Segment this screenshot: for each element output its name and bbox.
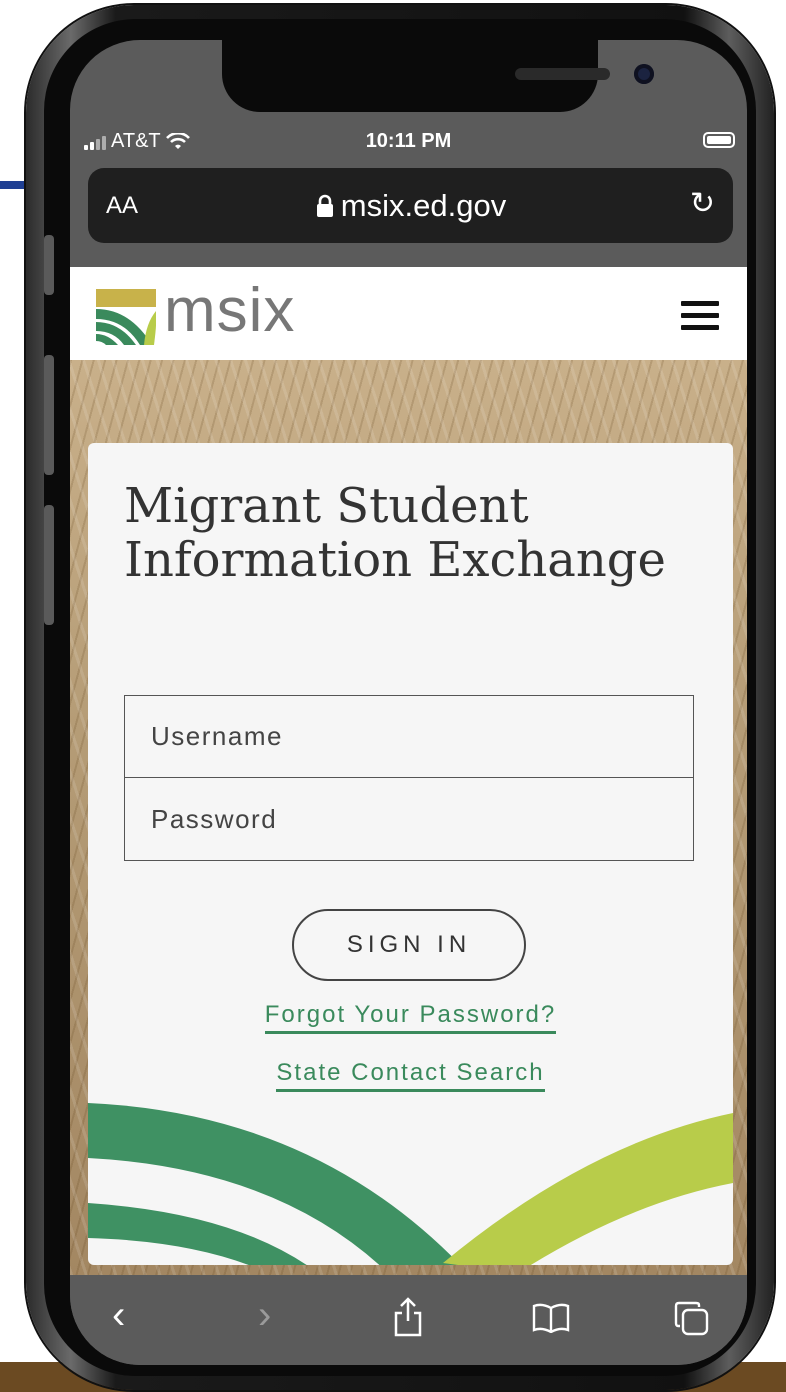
- login-card: Migrant Student Information Exchange SIG…: [88, 443, 733, 1265]
- sign-in-button[interactable]: SIGN IN: [292, 909, 526, 981]
- lock-icon: [316, 194, 333, 217]
- login-fields: [124, 695, 694, 861]
- reload-icon[interactable]: ↻: [690, 186, 715, 221]
- battery-icon: [703, 132, 735, 148]
- username-input[interactable]: [125, 696, 693, 777]
- speaker: [515, 68, 610, 80]
- front-camera: [634, 64, 654, 84]
- tabs-icon[interactable]: [674, 1301, 710, 1337]
- page-title: Migrant Student Information Exchange: [124, 478, 666, 588]
- phone-screen: AT&T 10:11 PM AA msix.ed.gov ↻ msix Migr…: [70, 40, 747, 1365]
- password-field-wrapper: [124, 778, 694, 861]
- volume-down-button: [44, 505, 54, 625]
- password-input[interactable]: [125, 778, 693, 860]
- status-bar: AT&T 10:11 PM: [70, 122, 747, 162]
- notch: [222, 40, 654, 112]
- volume-up-button: [44, 355, 54, 475]
- bookmarks-icon[interactable]: [532, 1303, 570, 1333]
- site-header: msix: [70, 267, 747, 360]
- clock: 10:11 PM: [365, 130, 452, 152]
- username-field-wrapper: [124, 695, 694, 778]
- msix-logo-icon: [96, 289, 156, 345]
- forgot-password-row: Forgot Your Password?: [88, 1001, 733, 1034]
- forward-icon[interactable]: ›: [258, 1293, 271, 1338]
- back-icon[interactable]: ‹: [112, 1293, 125, 1338]
- safari-toolbar: ‹ ›: [70, 1275, 747, 1365]
- share-icon[interactable]: [392, 1297, 424, 1337]
- url-text: msix.ed.gov: [340, 188, 507, 223]
- hamburger-menu-icon[interactable]: [681, 301, 719, 331]
- address-bar[interactable]: AA msix.ed.gov ↻: [88, 168, 733, 243]
- forgot-password-link[interactable]: Forgot Your Password?: [264, 1001, 557, 1034]
- msix-logo-text: msix: [164, 276, 296, 345]
- mute-switch: [44, 235, 54, 295]
- url-display[interactable]: msix.ed.gov: [88, 188, 733, 224]
- decorative-arcs: [88, 1103, 733, 1265]
